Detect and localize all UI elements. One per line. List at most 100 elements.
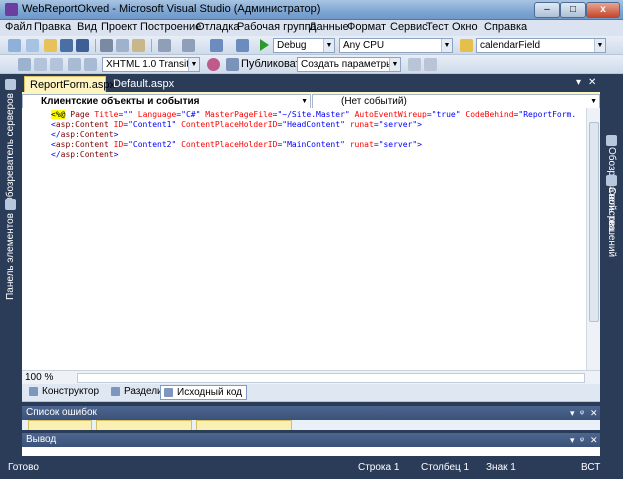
platform-value: Any CPU	[343, 40, 385, 51]
code-editor[interactable]: <%@ Page Title="" Language="C#" MasterPa…	[22, 108, 600, 370]
errors-filter[interactable]	[28, 420, 92, 430]
status-line: Строка 1	[358, 462, 400, 473]
configuration-select[interactable]: Debug ▼	[273, 38, 335, 53]
menu-debug[interactable]: Отладка	[196, 21, 239, 33]
properties-tab[interactable]: Свойства	[606, 187, 617, 231]
navigation-bar: Клиентские объекты и события ▼ (Нет собы…	[22, 92, 600, 109]
save-all-icon[interactable]	[76, 39, 89, 52]
add-item-icon[interactable]	[26, 39, 39, 52]
code-line-3: </asp:Content>	[51, 130, 118, 140]
start-debugging-icon[interactable]	[260, 39, 269, 51]
window-title: WebReportOkved - Microsoft Visual Studio…	[22, 3, 321, 15]
error-list-header[interactable]: Список ошибок ▾ ᵠ ✕	[22, 406, 600, 420]
status-char: Знак 1	[486, 462, 516, 473]
panel-close-icon[interactable]: ✕	[590, 433, 598, 447]
pin-icon[interactable]: ᵠ	[580, 433, 584, 447]
tab-default[interactable]: Default.aspx	[108, 76, 174, 92]
close-document-icon[interactable]: ✕	[588, 77, 596, 88]
menu-help[interactable]: Справка	[484, 21, 527, 33]
menu-tools[interactable]: Сервис	[390, 21, 428, 33]
pin-icon[interactable]: ᵠ	[580, 406, 584, 420]
designer-icon	[29, 387, 38, 396]
warnings-filter[interactable]	[96, 420, 192, 430]
designer-view-button[interactable]: Конструктор	[26, 385, 103, 400]
view-mode-bar: Конструктор Разделить Исходный код	[22, 384, 600, 402]
publish-profile-select[interactable]: Создать параметры пуб ▼	[297, 57, 401, 72]
code-bracket: >	[417, 140, 422, 149]
indent-icon[interactable]	[34, 58, 47, 71]
chevron-down-icon: ▼	[188, 58, 199, 71]
open-icon[interactable]	[44, 39, 57, 52]
save-icon[interactable]	[60, 39, 73, 52]
publish-icon[interactable]	[226, 58, 239, 71]
toolbox-icon	[5, 199, 16, 210]
undo-icon[interactable]	[158, 39, 171, 52]
doctype-select[interactable]: XHTML 1.0 Transition ▼	[102, 57, 200, 72]
scrollbar-thumb[interactable]	[589, 122, 599, 322]
cut-icon[interactable]	[100, 39, 113, 52]
publish-web-icon[interactable]	[408, 58, 421, 71]
panel-dropdown-icon[interactable]: ▾	[570, 406, 575, 420]
validation-icon[interactable]	[207, 58, 220, 71]
menu-view[interactable]: Вид	[77, 21, 97, 33]
uncomment-icon[interactable]	[84, 58, 97, 71]
menu-team[interactable]: Рабочая группа	[237, 21, 317, 33]
navigate-backward-icon[interactable]	[210, 39, 223, 52]
standard-toolbar: Debug ▼ Any CPU ▼ calendarField ▼	[0, 36, 623, 55]
chevron-down-icon: ▼	[590, 98, 597, 105]
menu-test[interactable]: Тест	[426, 21, 449, 33]
format-document-icon[interactable]	[18, 58, 31, 71]
server-explorer-tab[interactable]: Обозреватель серверов	[5, 93, 16, 205]
new-project-icon[interactable]	[8, 39, 21, 52]
zoom-level[interactable]: 100 %	[25, 372, 53, 383]
find-in-files-icon[interactable]	[460, 39, 473, 52]
messages-filter[interactable]	[196, 420, 292, 430]
paste-icon[interactable]	[132, 39, 145, 52]
output-header[interactable]: Вывод ▾ ᵠ ✕	[22, 433, 600, 447]
tab-reportform[interactable]: ReportForm.aspx	[24, 76, 115, 92]
toolbox-tab[interactable]: Панель элементов	[5, 213, 16, 300]
menu-format[interactable]: Формат	[347, 21, 386, 33]
find-value: calendarField	[480, 40, 541, 51]
copy-icon[interactable]	[116, 39, 129, 52]
code-value: "Content1"	[128, 120, 177, 129]
editor-bottom-bar: 100 %	[22, 370, 600, 384]
tab-list-icon[interactable]: ▾	[576, 77, 581, 88]
source-label: Исходный код	[177, 387, 242, 398]
menu-project[interactable]: Проект	[101, 21, 137, 33]
vertical-scrollbar[interactable]	[586, 108, 600, 370]
menu-window[interactable]: Окно	[452, 21, 478, 33]
publish-settings-icon[interactable]	[424, 58, 437, 71]
client-objects-select[interactable]: Клиентские объекты и события ▼	[22, 94, 311, 109]
events-select[interactable]: (Нет событий) ▼	[312, 94, 600, 109]
navigate-forward-icon[interactable]	[236, 39, 249, 52]
outdent-icon[interactable]	[50, 58, 63, 71]
panel-dropdown-icon[interactable]: ▾	[570, 433, 575, 447]
menu-build[interactable]: Построение	[140, 21, 201, 33]
panel-close-icon[interactable]: ✕	[590, 406, 598, 420]
maximize-button[interactable]: □	[560, 2, 586, 18]
comment-icon[interactable]	[68, 58, 81, 71]
find-combo[interactable]: calendarField ▼	[476, 38, 606, 53]
output-body	[22, 447, 600, 456]
code-bracket: >	[113, 150, 119, 159]
code-bracket: >	[113, 130, 119, 139]
menu-data[interactable]: Данные	[309, 21, 349, 33]
menu-edit[interactable]: Правка	[34, 21, 71, 33]
minimize-button[interactable]: –	[534, 2, 560, 18]
split-icon	[111, 387, 120, 396]
chevron-down-icon: ▼	[441, 39, 452, 52]
close-button[interactable]: x	[586, 2, 620, 18]
doctype-value: XHTML 1.0 Transition	[106, 59, 200, 70]
source-view-button[interactable]: Исходный код	[160, 385, 247, 400]
menu-bar: Файл Правка Вид Проект Построение Отладк…	[0, 20, 623, 36]
horizontal-scrollbar[interactable]	[77, 373, 585, 383]
designer-label: Конструктор	[42, 386, 100, 397]
redo-icon[interactable]	[182, 39, 195, 52]
code-attr: Title	[94, 110, 119, 119]
vs-window: WebReportOkved - Microsoft Visual Studio…	[0, 0, 623, 479]
code-value: "HeadContent"	[282, 120, 345, 129]
platform-select[interactable]: Any CPU ▼	[339, 38, 453, 53]
code-line-5: </asp:Content>	[51, 150, 118, 160]
menu-file[interactable]: Файл	[5, 21, 32, 33]
